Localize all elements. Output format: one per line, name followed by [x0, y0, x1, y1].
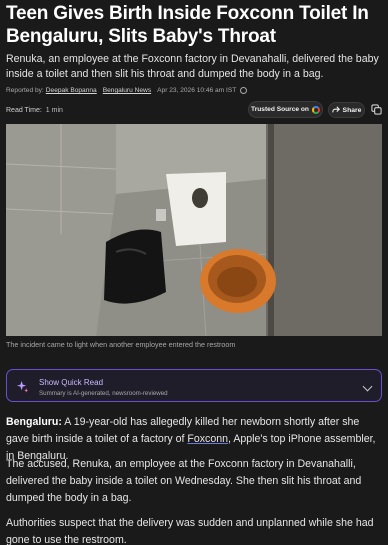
body-paragraph-3: Authorities suspect that the delivery wa…	[6, 517, 374, 545]
byline: Reported by: Deepak Bopanna Bengaluru Ne…	[6, 87, 382, 94]
article-image	[6, 124, 382, 336]
reported-by-label: Reported by:	[6, 87, 44, 94]
share-label: Share	[342, 106, 362, 114]
share-button[interactable]: Share	[328, 102, 365, 118]
outlet-link[interactable]: Bengaluru News	[103, 87, 151, 94]
read-time: Read Time: 1 min	[6, 107, 63, 114]
quick-read-title: Show Quick Read	[39, 378, 104, 387]
share-icon	[331, 106, 340, 113]
quick-read-toggle[interactable]: Show Quick Read Summary is AI-generated,…	[6, 369, 382, 402]
author-link[interactable]: Deepak Bopanna	[46, 87, 97, 94]
body-paragraph-2: The accused, Renuka, an employee at the …	[6, 458, 362, 504]
trusted-source-label: Trusted Source on	[251, 106, 309, 113]
image-caption: The incident came to light when another …	[6, 340, 236, 349]
foxconn-link[interactable]: Foxconn	[187, 433, 228, 445]
article-page: Teen Gives Birth Inside Foxconn Toilet I…	[0, 0, 388, 545]
read-time-value: 1 min	[45, 107, 63, 114]
read-time-label: Read Time:	[6, 107, 42, 114]
dateline: Bengaluru:	[6, 416, 62, 428]
quick-read-subtitle: Summary is AI-generated, newsroom-review…	[39, 390, 168, 397]
chevron-down-icon[interactable]	[362, 381, 373, 392]
clock-icon[interactable]	[240, 87, 248, 94]
google-icon	[311, 105, 320, 114]
trusted-source-button[interactable]: Trusted Source on	[248, 101, 323, 118]
sparkle-icon	[16, 380, 29, 393]
headline: Teen Gives Birth Inside Foxconn Toilet I…	[6, 3, 369, 47]
publish-datetime: Apr 23, 2026 10:46 am IST	[157, 87, 237, 94]
article-summary: Renuka, an employee at the Foxconn facto…	[6, 53, 379, 80]
copy-icon[interactable]	[371, 104, 382, 115]
